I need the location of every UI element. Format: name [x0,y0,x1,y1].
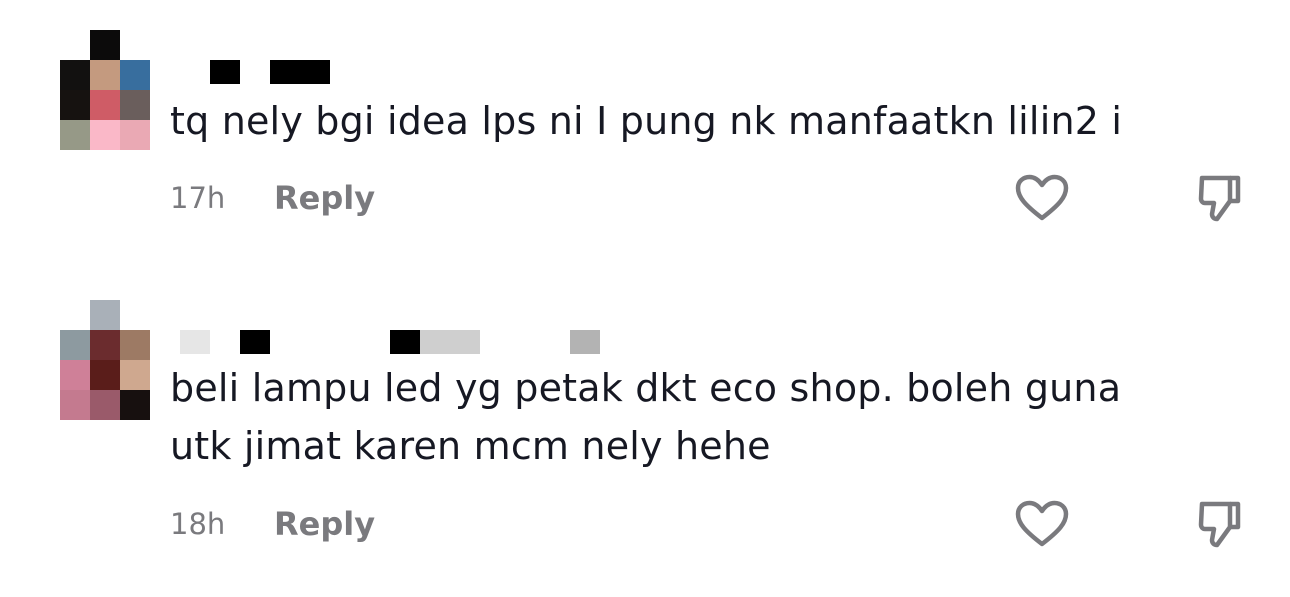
heart-outline-icon [1015,500,1069,547]
comment-list: tq nely bgi idea lps ni I pung nk manfaa… [0,0,1290,597]
comment-meta: 18h Reply [170,504,375,544]
reply-button[interactable]: Reply [274,179,375,217]
reply-button[interactable]: Reply [274,505,375,543]
comment-item: beli lampu led yg petak dkt eco shop. bo… [0,290,1290,590]
comment-text-line: beli lampu led yg petak dkt eco shop. bo… [170,366,1122,410]
comment-text-line: tq nely bgi idea lps ni I pung nk manfaa… [170,99,1123,143]
comment-timestamp: 17h [170,181,226,215]
comment-item: tq nely bgi idea lps ni I pung nk manfaa… [0,0,1290,260]
avatar[interactable] [60,300,150,420]
comment-meta: 17h Reply [170,178,375,218]
comment-text-line: utk jimat karen mcm nely hehe [170,424,771,468]
avatar[interactable] [60,30,150,150]
heart-outline-icon [1015,174,1069,221]
username-redacted[interactable] [210,60,330,84]
dislike-button[interactable] [1192,496,1248,552]
comment-text: tq nely bgi idea lps ni I pung nk manfaa… [170,92,1122,150]
like-button[interactable] [1014,496,1070,552]
like-button[interactable] [1014,170,1070,226]
username-redacted[interactable] [180,330,600,354]
comment-timestamp: 18h [170,507,226,541]
dislike-button[interactable] [1192,170,1248,226]
thumbs-down-outline-icon [1198,175,1241,222]
comment-text: beli lampu led yg petak dkt eco shop. bo… [170,359,1121,475]
thumbs-down-outline-icon [1198,501,1241,548]
